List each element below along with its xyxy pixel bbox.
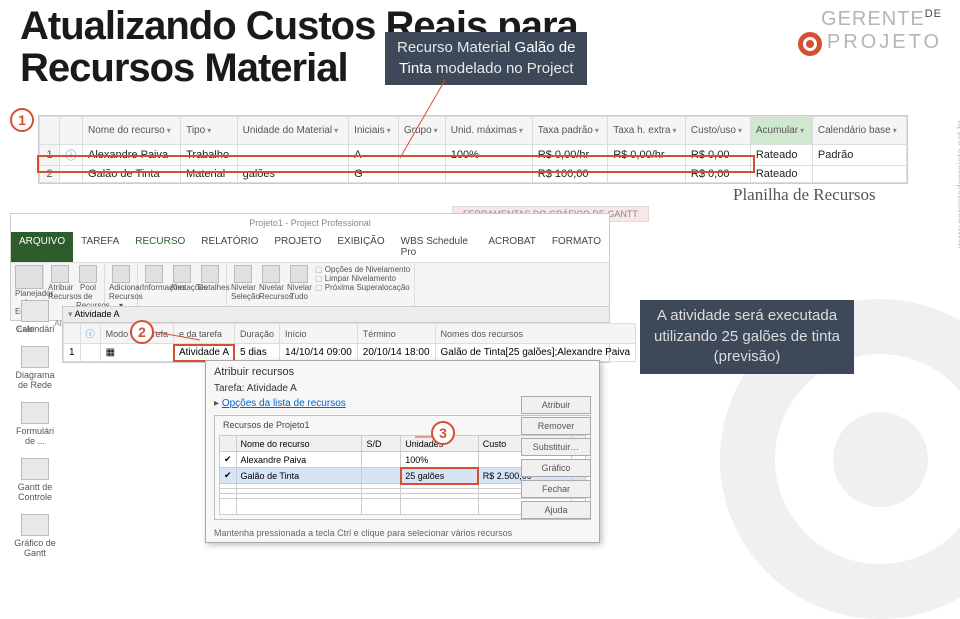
col-extra: Taxa h. extra▾ [608,117,686,145]
tab-wbs[interactable]: WBS Schedule Pro [393,232,481,262]
tab-tarefa[interactable]: TAREFA [73,232,127,262]
dialog-hint: Mantenha pressionada a tecla Ctrl e cliq… [206,524,599,542]
chart-button[interactable]: Gráfico [521,459,591,477]
ribbon: Projeto1 - Project Professional ARQUIVO … [10,213,610,321]
col-nome: Nome do recurso▾ [83,117,181,145]
brand-logo: GERENTEDE PROJETO [798,8,942,56]
view-form[interactable]: Formulári de ... [10,402,60,446]
view-gantt[interactable]: Gráfico de Gantt [10,514,60,558]
resource-sheet: Nome do recurso▾ Tipo▾ Unidade do Materi… [38,115,908,184]
info-icon: ⓘ [60,145,83,166]
callout-activity: A atividade será executadautilizando 25 … [640,300,854,374]
tab-exibicao[interactable]: EXIBIÇÃO [329,232,392,262]
col-custo: Custo/uso▾ [685,117,750,145]
details-button[interactable]: Detalhes [198,265,222,293]
add-resources-button[interactable]: Adicionar Recursos ▾ [109,265,133,310]
step-badge-1: 1 [10,108,34,132]
resource-row-2[interactable]: 2 Galão de TintaMaterialgalõesGR$ 100,00… [40,166,907,183]
watermark-url: www.gerentedeprojeto.net.br [956,120,960,248]
tab-recurso[interactable]: RECURSO [127,232,193,262]
tab-arquivo[interactable]: ARQUIVO [11,232,73,262]
tab-projeto[interactable]: PROJETO [266,232,329,262]
resource-row-1[interactable]: 1ⓘ Alexandre PaivaTrabalhoA100%R$ 0,00/h… [40,145,907,166]
col-taxa: Taxa padrão▾ [532,117,607,145]
assign-resources-dialog: Atribuir recursos Tarefa: Atividade A ▸ … [205,360,600,543]
assign-resources-button[interactable]: Atribuir Recursos [48,265,72,302]
step-badge-3: 3 [431,421,455,445]
tab-relatorio[interactable]: RELATÓRIO [193,232,266,262]
close-button[interactable]: Fechar [521,480,591,498]
level-all-button[interactable]: Nivelar Tudo [287,265,311,302]
replace-button[interactable]: Substituir… [521,438,591,456]
assign-button[interactable]: Atribuir [521,396,591,414]
task-row-1[interactable]: 1▦ Atividade A 5 dias14/10/14 09:0020/10… [64,344,636,362]
level-selection-button[interactable]: Nivelar Seleção [231,265,255,302]
col-ini: Iniciais▾ [349,117,399,145]
level-options-list[interactable]: Opções de NivelamentoLimpar NivelamentoP… [315,265,410,292]
view-network[interactable]: Diagrama de Rede [10,346,60,390]
view-bar: Calendári Diagrama de Rede Formulári de … [10,300,60,570]
window-title: Projeto1 - Project Professional [11,214,609,232]
tab-formato[interactable]: FORMATO [544,232,609,262]
dialog-title: Atribuir recursos [206,361,599,383]
step-badge-2: 2 [130,320,154,344]
col-max: Unid. máximas▾ [445,117,532,145]
callout-material: Recurso Material Galão de Tinta modelado… [385,32,587,85]
tab-acrobat[interactable]: ACROBAT [480,232,544,262]
col-acc: Acumular▾ [750,117,812,145]
dialog-options-link[interactable]: Opções da lista de recursos [222,398,346,409]
view-gantt-control[interactable]: Gantt de Controle [10,458,60,502]
annotation-sheet: Planilha de Recursos [733,185,876,205]
notes-button[interactable]: Anotações [170,265,194,293]
remove-button[interactable]: Remover [521,417,591,435]
col-unidmat: Unidade do Material▾ [237,117,348,145]
col-cal: Calendário base▾ [812,117,906,145]
col-grp: Grupo▾ [398,117,445,145]
col-tipo: Tipo▾ [181,117,238,145]
help-button[interactable]: Ajuda [521,501,591,519]
view-calendar[interactable]: Calendári [10,300,60,334]
level-resources-button[interactable]: Nivelar Recursos [259,265,283,302]
target-icon [798,32,822,56]
information-button[interactable]: Informações [142,265,166,293]
